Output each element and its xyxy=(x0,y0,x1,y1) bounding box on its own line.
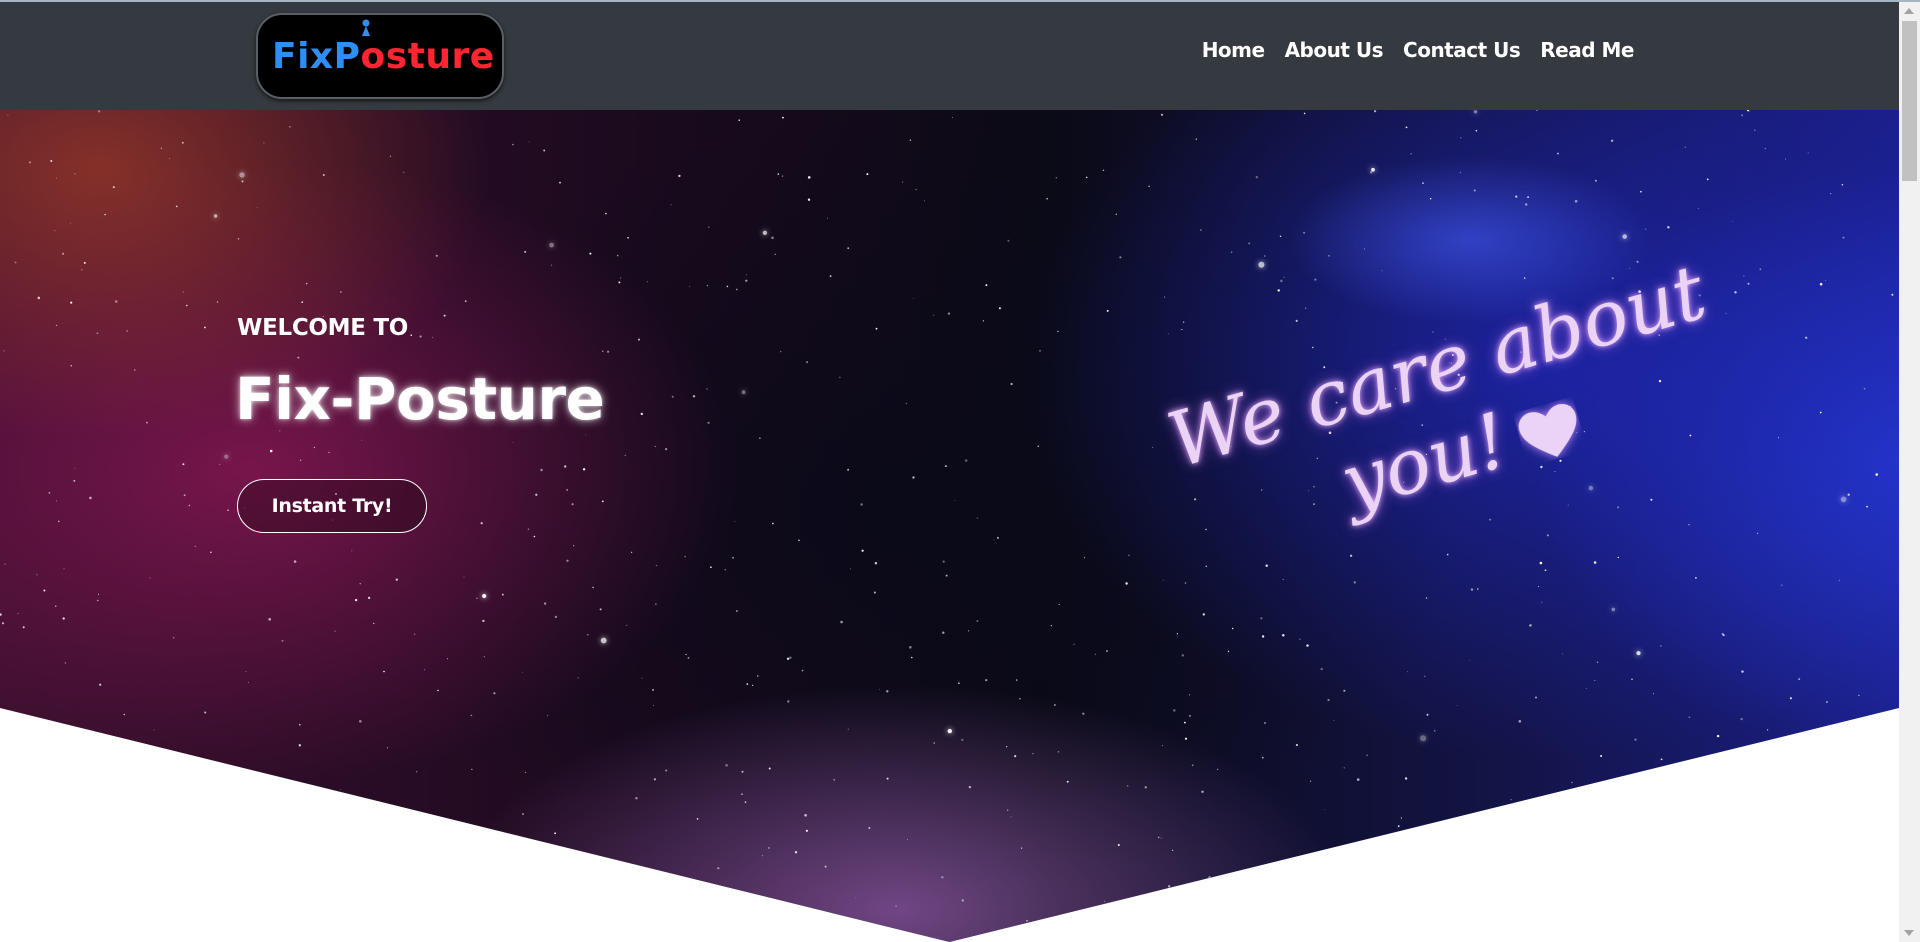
scroll-down-arrow-icon[interactable] xyxy=(1904,930,1914,936)
nav-contact-us[interactable]: Contact Us xyxy=(1403,38,1521,62)
site-logo[interactable]: FixPosture xyxy=(256,13,504,99)
page: FixPosture Home About Us Contact Us Read… xyxy=(0,0,1920,942)
logo-text-fix: Fix xyxy=(272,36,334,77)
instant-try-button[interactable]: Instant Try! xyxy=(237,479,427,533)
logo-text-p: P xyxy=(333,36,361,77)
welcome-label: WELCOME TO xyxy=(237,315,409,341)
main-nav: Home About Us Contact Us Read Me xyxy=(1202,38,1635,62)
logo-person-icon: o xyxy=(360,36,386,77)
scroll-up-arrow-icon[interactable] xyxy=(1904,8,1914,14)
heart-icon xyxy=(1518,403,1577,457)
hero-section: WELCOME TO Fix-Posture Instant Try! We c… xyxy=(0,110,1899,942)
hero-title: Fix-Posture xyxy=(235,365,605,433)
logo-wordmark: FixPosture xyxy=(272,37,495,77)
nav-about-us[interactable]: About Us xyxy=(1285,38,1384,62)
nav-home[interactable]: Home xyxy=(1202,38,1265,62)
nav-read-me[interactable]: Read Me xyxy=(1540,38,1634,62)
logo-text-sture: sture xyxy=(385,36,495,77)
page-scrollbar[interactable] xyxy=(1899,2,1920,942)
scroll-thumb[interactable] xyxy=(1902,21,1917,181)
logo-drop-icon xyxy=(362,19,370,36)
navbar: FixPosture Home About Us Contact Us Read… xyxy=(0,2,1899,110)
